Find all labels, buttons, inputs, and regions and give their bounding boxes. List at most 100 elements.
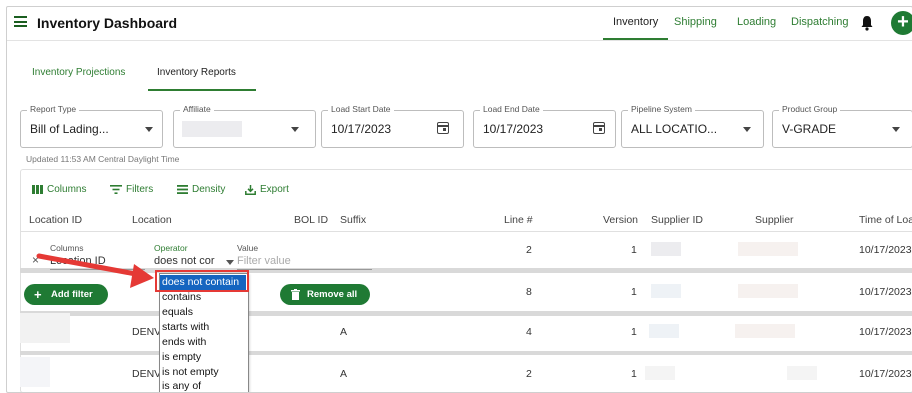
cell-time: 10/17/2023: [859, 326, 912, 338]
col-line[interactable]: Line #: [504, 214, 533, 226]
updated-timestamp: Updated 11:53 AM Central Daylight Time: [26, 154, 180, 164]
affiliate-select[interactable]: Affiliate: [173, 104, 316, 148]
density-button[interactable]: Density: [177, 184, 225, 195]
top-bar: Inventory Dashboard Inventory Shipping L…: [7, 7, 912, 41]
load-start-date-field[interactable]: Load Start Date 10/17/2023: [321, 104, 464, 148]
cell-line: 8: [526, 286, 532, 298]
filter-icon: [110, 185, 122, 194]
pipeline-value: ALL LOCATIO...: [631, 122, 718, 136]
download-icon: [245, 184, 256, 195]
pipeline-system-select[interactable]: Pipeline System ALL LOCATIO...: [621, 104, 764, 148]
col-location-id[interactable]: Location ID: [29, 214, 82, 226]
redacted-supplier-id: [649, 324, 679, 338]
nav-shipping[interactable]: Shipping: [674, 16, 717, 28]
option-ends-with[interactable]: ends with: [162, 336, 206, 348]
product-group-value: V-GRADE: [782, 122, 837, 136]
product-group-select[interactable]: Product Group V-GRADE: [772, 104, 912, 148]
option-equals[interactable]: equals: [162, 306, 193, 318]
filter-operator-select[interactable]: does not cor: [154, 255, 215, 267]
calendar-icon[interactable]: [593, 122, 605, 134]
chevron-down-icon: [145, 127, 153, 132]
row-divider: [20, 268, 912, 273]
col-time-of-load[interactable]: Time of Loa: [859, 214, 912, 226]
filter-column-select[interactable]: Location ID: [50, 255, 106, 267]
report-type-select[interactable]: Report Type Bill of Lading...: [20, 104, 163, 148]
col-version[interactable]: Version: [603, 214, 638, 226]
nav-active-indicator: [603, 38, 668, 40]
row-divider: [20, 311, 912, 316]
affiliate-label: Affiliate: [180, 104, 214, 114]
nav-loading[interactable]: Loading: [737, 16, 776, 28]
columns-icon: [32, 185, 43, 194]
chevron-down-icon: [892, 127, 900, 132]
cell-time: 10/17/2023: [859, 244, 912, 256]
load-start-value: 10/17/2023: [331, 122, 392, 136]
calendar-icon[interactable]: [437, 122, 449, 134]
column-underline: [50, 269, 145, 270]
nav-dispatching[interactable]: Dispatching: [791, 16, 848, 28]
redacted-supplier-id: [645, 366, 675, 380]
option-starts-with[interactable]: starts with: [162, 321, 209, 333]
chevron-down-icon: [226, 260, 234, 265]
menu-icon[interactable]: [14, 16, 27, 27]
load-end-date-field[interactable]: Load End Date 10/17/2023: [473, 104, 616, 148]
filter-value-input[interactable]: Filter value: [237, 255, 291, 267]
remove-all-button[interactable]: Remove all: [280, 284, 370, 305]
cell-line: 4: [526, 326, 532, 338]
col-bol-id[interactable]: BOL ID: [294, 214, 328, 226]
cell-version: 1: [631, 326, 637, 338]
col-supplier[interactable]: Supplier: [755, 214, 794, 226]
add-filter-button[interactable]: + Add filter: [24, 284, 108, 305]
redacted-location-id: [20, 357, 50, 387]
remove-filter-icon[interactable]: ×: [32, 253, 39, 267]
plus-icon: +: [34, 287, 42, 302]
cell-suffix: A: [340, 368, 348, 380]
add-icon[interactable]: +: [891, 11, 912, 35]
redacted-location-id: [20, 313, 70, 343]
cell-version: 1: [631, 244, 637, 256]
highlight-box: [155, 270, 249, 292]
redacted-value: [182, 121, 242, 137]
cell-version: 1: [631, 368, 637, 380]
add-filter-label: Add filter: [51, 289, 93, 300]
col-location[interactable]: Location: [132, 214, 172, 226]
export-button[interactable]: Export: [245, 184, 289, 195]
load-end-label: Load End Date: [480, 104, 543, 114]
row-divider: [20, 351, 912, 355]
filters-button[interactable]: Filters: [110, 184, 153, 195]
redacted-supplier: [738, 284, 798, 298]
cell-line: 2: [526, 244, 532, 256]
header-divider: [20, 231, 912, 232]
remove-all-label: Remove all: [307, 289, 358, 300]
product-group-label: Product Group: [779, 104, 841, 114]
density-icon: [177, 185, 188, 194]
option-is-empty[interactable]: is empty: [162, 351, 201, 363]
filter-columns-label: Columns: [50, 243, 84, 253]
tab-inventory-reports[interactable]: Inventory Reports: [157, 67, 236, 78]
report-type-label: Report Type: [27, 104, 80, 114]
export-label: Export: [260, 184, 289, 195]
redacted-supplier: [787, 366, 817, 380]
chevron-down-icon: [291, 127, 299, 132]
cell-line: 2: [526, 368, 532, 380]
bell-icon[interactable]: [860, 15, 874, 31]
col-suffix[interactable]: Suffix: [340, 214, 366, 226]
columns-button[interactable]: Columns: [32, 184, 86, 195]
option-is-not-empty[interactable]: is not empty: [162, 366, 219, 378]
app-window: Inventory Dashboard Inventory Shipping L…: [6, 6, 912, 393]
cell-version: 1: [631, 286, 637, 298]
density-label: Density: [192, 184, 226, 195]
tab-inventory-projections[interactable]: Inventory Projections: [32, 67, 125, 78]
redacted-supplier: [738, 242, 798, 256]
pipeline-label: Pipeline System: [628, 104, 695, 114]
filter-operator-label: Operator: [154, 243, 188, 253]
value-underline: [237, 269, 372, 270]
cell-time: 10/17/2023: [859, 286, 912, 298]
redacted-supplier-id: [651, 242, 681, 256]
option-is-any-of[interactable]: is any of: [162, 380, 201, 392]
col-supplier-id[interactable]: Supplier ID: [651, 214, 703, 226]
option-contains[interactable]: contains: [162, 291, 201, 303]
nav-inventory[interactable]: Inventory: [613, 16, 658, 28]
data-grid: [20, 169, 912, 392]
redacted-supplier-id: [651, 284, 681, 298]
